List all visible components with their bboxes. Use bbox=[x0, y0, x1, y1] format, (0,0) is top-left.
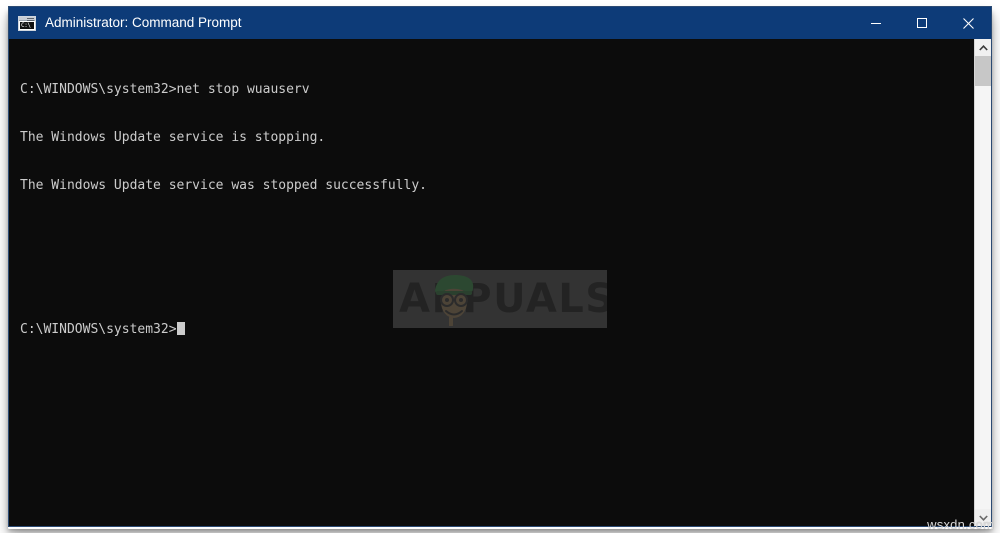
maximize-button[interactable] bbox=[899, 7, 945, 39]
scroll-up-button[interactable] bbox=[975, 39, 991, 56]
window-controls bbox=[853, 7, 991, 39]
cmd-icon-screen: C:\ bbox=[20, 21, 34, 29]
chevron-up-icon bbox=[978, 44, 988, 51]
command-prompt-window: C:\ Administrator: Command Prompt C:\WIN… bbox=[8, 6, 992, 527]
title-bar[interactable]: C:\ Administrator: Command Prompt bbox=[9, 7, 991, 39]
scrollbar-thumb[interactable] bbox=[975, 56, 991, 86]
scrollbar-track[interactable] bbox=[975, 56, 991, 509]
cmd-icon-prompt-text: C:\ bbox=[21, 21, 31, 29]
terminal-area[interactable]: C:\WINDOWS\system32>net stop wuauserv Th… bbox=[9, 39, 991, 526]
terminal-output[interactable]: C:\WINDOWS\system32>net stop wuauserv Th… bbox=[9, 39, 974, 526]
terminal-line: C:\WINDOWS\system32>net stop wuauserv bbox=[20, 82, 310, 97]
cmd-icon: C:\ bbox=[18, 15, 36, 31]
text-cursor bbox=[176, 322, 185, 335]
source-site-watermark: wsxdn.com bbox=[927, 517, 994, 532]
terminal-prompt: C:\WINDOWS\system32> bbox=[20, 322, 177, 337]
close-button[interactable] bbox=[945, 7, 991, 39]
minimize-button[interactable] bbox=[853, 7, 899, 39]
vertical-scrollbar[interactable] bbox=[974, 39, 991, 526]
terminal-line: The Windows Update service is stopping. bbox=[20, 130, 326, 145]
terminal-prompt-line: C:\WINDOWS\system32> bbox=[20, 322, 974, 338]
cmd-icon-titlebar bbox=[19, 16, 35, 21]
terminal-line: The Windows Update service was stopped s… bbox=[20, 178, 427, 193]
screenshot-root: C:\ Administrator: Command Prompt C:\WIN… bbox=[0, 0, 1000, 533]
title-bar-left: C:\ Administrator: Command Prompt bbox=[9, 15, 853, 31]
window-title: Administrator: Command Prompt bbox=[45, 15, 242, 30]
